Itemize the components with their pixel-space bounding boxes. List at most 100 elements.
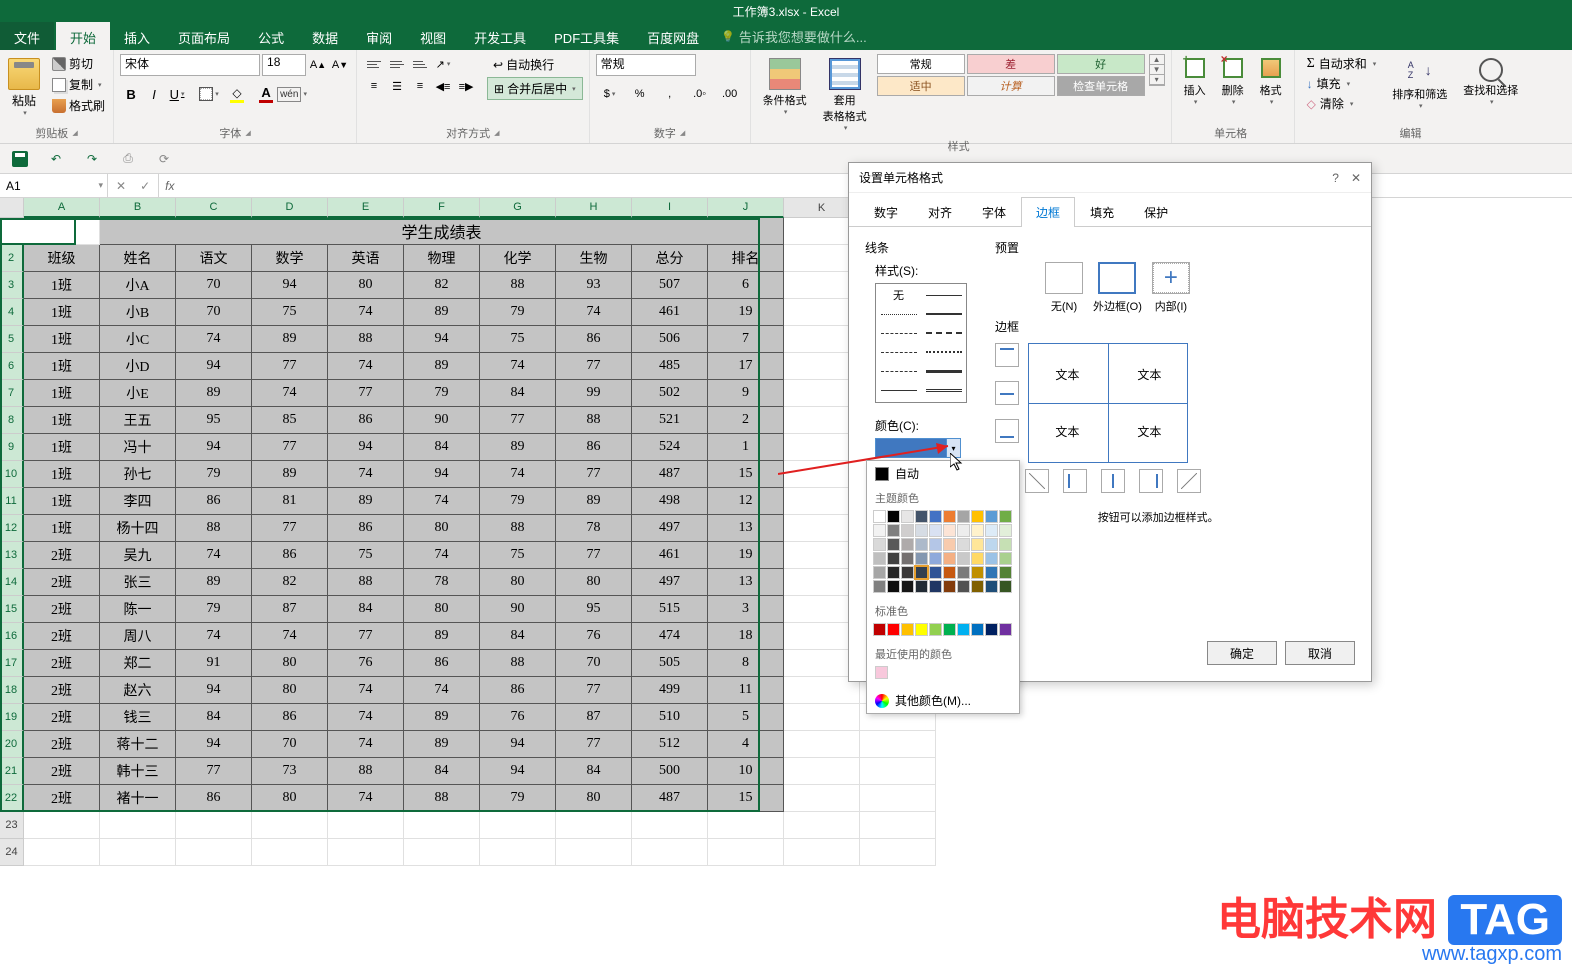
cell[interactable]: 77 [328,380,404,407]
row-header[interactable]: 4 [0,299,24,326]
cell-style-calc[interactable]: 计算 [967,76,1055,96]
cell[interactable]: 94 [176,353,252,380]
cell[interactable] [480,839,556,866]
fx-icon[interactable]: fx [159,174,180,197]
border-diag-down-button[interactable] [1177,469,1201,493]
cell[interactable]: 1班 [24,380,100,407]
name-box[interactable]: A1 [0,174,108,197]
cell[interactable]: 86 [328,515,404,542]
cell[interactable]: 88 [480,515,556,542]
grid-body[interactable]: 学生成绩表班级姓名语文数学英语物理化学生物总分排名1班小A70948082889… [24,218,936,866]
cell[interactable]: 499 [632,677,708,704]
cell[interactable]: 张三 [100,569,176,596]
clear-button[interactable]: ◇清除▾ [1301,94,1383,113]
phonetic-button[interactable]: wén▾ [281,83,303,105]
cell[interactable]: 81 [252,488,328,515]
cell-style-neutral[interactable]: 适中 [877,76,965,96]
cell[interactable]: 74 [176,623,252,650]
delete-cells-button[interactable]: 删除▾ [1216,54,1250,110]
cell[interactable]: 79 [176,461,252,488]
border-button[interactable]: ▾ [196,83,222,105]
color-swatch[interactable] [999,524,1012,537]
cell[interactable]: 95 [176,407,252,434]
color-swatch[interactable] [943,566,956,579]
fill-color-button[interactable]: ◇ [223,83,251,105]
color-swatch[interactable] [957,580,970,593]
color-swatch[interactable] [915,580,928,593]
cell[interactable]: 70 [556,650,632,677]
cell[interactable]: 80 [252,677,328,704]
font-name-select[interactable]: 宋体 [120,54,260,76]
cell[interactable]: 86 [328,407,404,434]
border-vmiddle-button[interactable] [1101,469,1125,493]
cell[interactable]: 74 [252,623,328,650]
cell[interactable]: 75 [480,326,556,353]
row-header[interactable]: 21 [0,758,24,785]
cell[interactable]: 15 [708,785,784,812]
cell[interactable]: 18 [708,623,784,650]
cell[interactable]: 73 [252,758,328,785]
color-swatch[interactable] [901,524,914,537]
color-swatch[interactable] [915,552,928,565]
cell[interactable]: 物理 [404,245,480,272]
color-swatch[interactable] [901,580,914,593]
cell[interactable]: 86 [556,434,632,461]
color-swatch[interactable] [971,580,984,593]
font-color-button[interactable]: A [252,83,280,105]
cell[interactable]: 2班 [24,731,100,758]
cell[interactable]: 487 [632,785,708,812]
color-swatch[interactable] [985,623,998,636]
line-style-opt[interactable] [921,383,966,397]
cell[interactable] [860,785,936,812]
cell[interactable] [708,812,784,839]
line-style-opt[interactable] [876,364,921,378]
color-swatch[interactable] [999,623,1012,636]
dialog-ok-button[interactable]: 确定 [1207,641,1277,665]
row-header[interactable]: 19 [0,704,24,731]
row-header[interactable]: 22 [0,785,24,812]
color-swatch[interactable] [985,538,998,551]
border-diag-up-button[interactable] [1025,469,1049,493]
border-left-button[interactable] [1063,469,1087,493]
cell[interactable]: 89 [556,488,632,515]
cell[interactable]: 孙七 [100,461,176,488]
col-header[interactable]: J [708,198,784,218]
row-header[interactable]: 9 [0,434,24,461]
cell[interactable]: 80 [328,272,404,299]
cell[interactable]: 94 [252,272,328,299]
cell[interactable]: 89 [404,704,480,731]
cell[interactable]: 5 [708,704,784,731]
cell[interactable] [176,839,252,866]
cell[interactable]: 小A [100,272,176,299]
cell[interactable]: 94 [176,434,252,461]
row-header[interactable]: 12 [0,515,24,542]
cell[interactable]: 10 [708,758,784,785]
color-swatch[interactable] [957,623,970,636]
dialog-title-bar[interactable]: 设置单元格格式 ? ✕ [849,163,1371,193]
cell[interactable]: 74 [328,704,404,731]
increase-decimal-button[interactable]: .0◦ [686,83,714,105]
color-swatch[interactable] [971,510,984,523]
cell[interactable] [252,812,328,839]
align-right-button[interactable]: ≡ [409,76,431,96]
tab-8[interactable]: PDF工具集 [540,22,633,50]
cell[interactable] [556,812,632,839]
cell[interactable]: 2班 [24,569,100,596]
cell[interactable]: 1班 [24,299,100,326]
italic-button[interactable]: I [143,83,165,105]
tab-1[interactable]: 插入 [110,22,164,50]
cell[interactable]: 80 [252,785,328,812]
color-swatch[interactable] [873,552,886,565]
cell[interactable]: 4 [708,731,784,758]
color-swatch[interactable] [901,566,914,579]
qat-undo-button[interactable]: ↶ [46,149,66,169]
cell[interactable] [632,812,708,839]
cell[interactable]: 93 [556,272,632,299]
wrap-text-button[interactable]: ↩自动换行 [487,54,583,75]
cell[interactable]: 钱三 [100,704,176,731]
row-header[interactable]: 18 [0,677,24,704]
cell[interactable] [556,839,632,866]
format-painter-button[interactable]: 格式刷 [50,96,107,115]
row-header[interactable]: 17 [0,650,24,677]
cell[interactable]: 74 [404,488,480,515]
